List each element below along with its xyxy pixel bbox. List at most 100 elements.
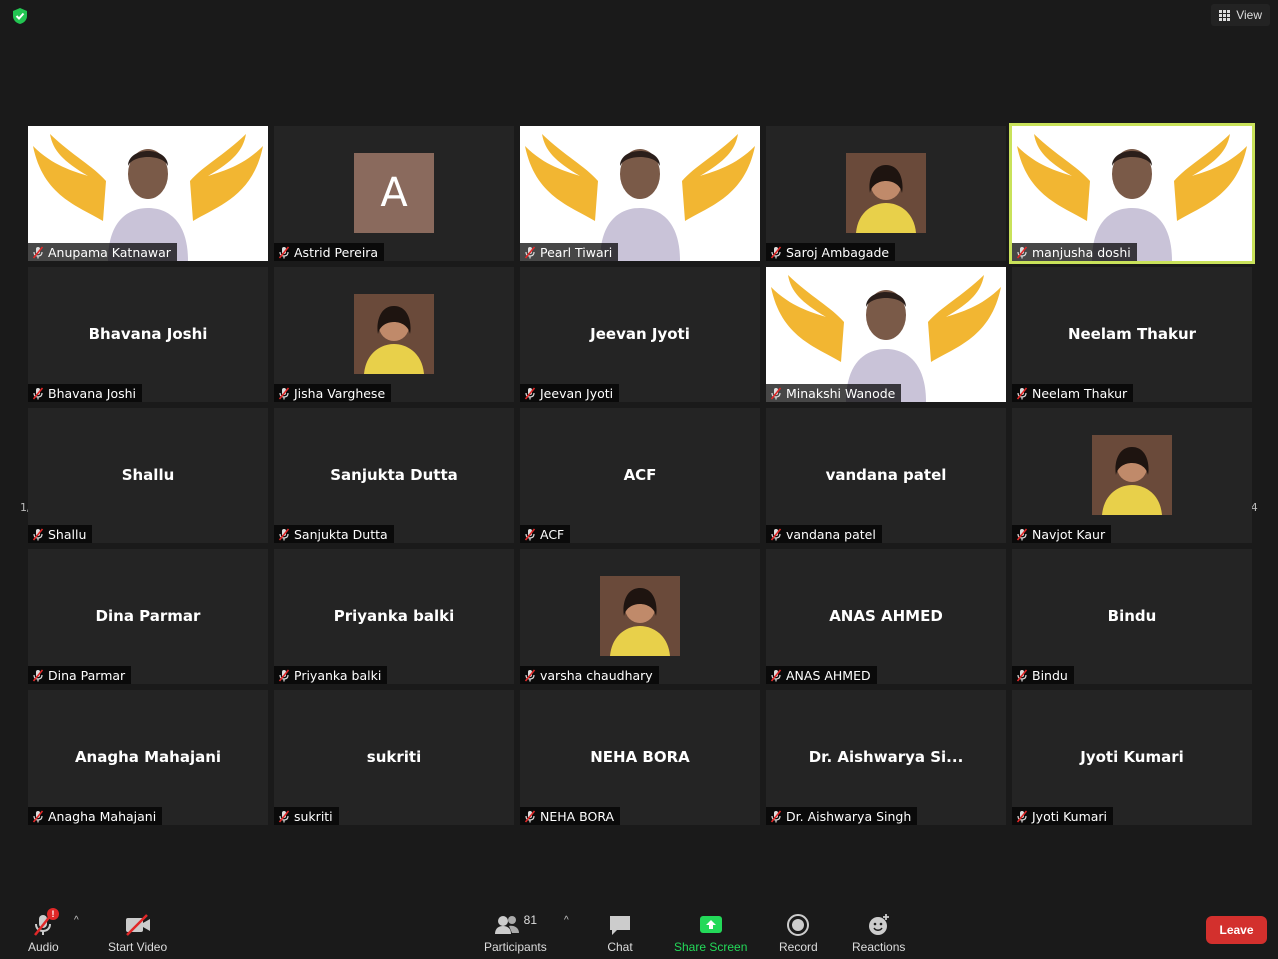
participant-tile[interactable]: Jisha Varghese (274, 267, 514, 402)
participant-name: ANAS AHMED (786, 667, 871, 683)
start-video-label: Start Video (108, 940, 168, 954)
participant-name-label: ANAS AHMED (766, 666, 877, 684)
participant-tile[interactable]: Bhavana Joshi Bhavana Joshi (28, 267, 268, 402)
participants-button[interactable]: 81 Participants (484, 912, 547, 954)
participant-name: Astrid Pereira (294, 244, 379, 260)
participant-tile[interactable]: vandana patel vandana patel (766, 408, 1006, 543)
participant-name-label: Minakshi Wanode (766, 384, 902, 402)
participant-tile[interactable]: Neelam Thakur Neelam Thakur (1012, 267, 1252, 402)
participant-name-label: Saroj Ambagade (766, 243, 896, 261)
participant-profile-photo (354, 294, 434, 374)
participant-name-label: Dr. Aishwarya Singh (766, 807, 918, 825)
participant-tile[interactable]: manjusha doshi (1009, 123, 1255, 264)
participant-display-name: Shallu (121, 466, 175, 484)
muted-mic-icon (770, 809, 782, 823)
participant-display-name: Dr. Aishwarya Si... (808, 748, 964, 766)
participant-name-label: Dina Parmar (28, 666, 132, 684)
muted-mic-icon (770, 668, 782, 682)
participant-name: NEHA BORA (540, 808, 615, 824)
participants-count: 81 (523, 913, 538, 927)
participant-name: Jisha Varghese (294, 385, 386, 401)
participant-name-label: manjusha doshi (1012, 243, 1137, 261)
participant-tile[interactable]: Dr. Aishwarya Si... Dr. Aishwarya Singh (766, 690, 1006, 825)
muted-mic-icon (524, 245, 536, 259)
participant-tile[interactable]: Saroj Ambagade (766, 126, 1006, 261)
meeting-toolbar: Audio Start Video 81 Participants Chat S (0, 904, 1278, 959)
muted-mic-icon (1016, 668, 1028, 682)
participant-tile[interactable]: varsha chaudhary (520, 549, 760, 684)
participant-name-label: Bindu (1012, 666, 1074, 684)
participant-name-label: Jeevan Jyoti (520, 384, 620, 402)
participant-tile[interactable]: Anagha Mahajani Anagha Mahajani (28, 690, 268, 825)
audio-options-caret[interactable]: ^ (74, 915, 79, 926)
participant-name: manjusha doshi (1032, 244, 1131, 260)
participant-name-label: Neelam Thakur (1012, 384, 1134, 402)
camera-off-icon (125, 914, 150, 936)
participant-name: Dr. Aishwarya Singh (786, 808, 912, 824)
participant-name: Jeevan Jyoti (540, 385, 614, 401)
participant-name: sukriti (294, 808, 333, 824)
participant-tile[interactable]: Priyanka balki Priyanka balki (274, 549, 514, 684)
participant-name-label: Jisha Varghese (274, 384, 392, 402)
participant-name-label: Shallu (28, 525, 93, 543)
participant-name: Priyanka balki (294, 667, 382, 683)
participant-name-label: ACF (520, 525, 571, 543)
participant-tile[interactable]: Sanjukta Dutta Sanjukta Dutta (274, 408, 514, 543)
participant-name: Pearl Tiwari (540, 244, 613, 260)
participant-profile-photo (600, 576, 680, 656)
participant-name: Sanjukta Dutta (294, 526, 388, 542)
participant-tile[interactable]: A Astrid Pereira (274, 126, 514, 261)
participant-tile[interactable]: Bindu Bindu (1012, 549, 1252, 684)
start-video-button[interactable]: Start Video (108, 912, 167, 954)
view-label: View (1236, 8, 1262, 22)
participant-tile[interactable]: Pearl Tiwari (520, 126, 760, 261)
muted-mic-icon (524, 809, 536, 823)
participant-tile[interactable]: Jeevan Jyoti Jeevan Jyoti (520, 267, 760, 402)
participant-name: varsha chaudhary (540, 667, 653, 683)
leave-button[interactable]: Leave (1206, 916, 1267, 944)
muted-mic-icon (770, 386, 782, 400)
participant-name-label: Astrid Pereira (274, 243, 385, 261)
participant-tile[interactable]: Navjot Kaur (1012, 408, 1252, 543)
reactions-label: Reactions (852, 940, 906, 954)
participant-name: Bindu (1032, 667, 1068, 683)
reactions-button[interactable]: Reactions (852, 912, 905, 954)
participant-display-name: Jyoti Kumari (1080, 748, 1184, 766)
participant-display-name: ANAS AHMED (829, 607, 943, 625)
participant-display-name: Bhavana Joshi (88, 325, 208, 343)
participant-tile[interactable]: Dina Parmar Dina Parmar (28, 549, 268, 684)
chat-button[interactable]: Chat (607, 912, 633, 954)
participant-display-name: Neelam Thakur (1067, 325, 1197, 343)
participant-video (520, 126, 760, 261)
participant-display-name: Jeevan Jyoti (590, 325, 690, 343)
participant-name: Neelam Thakur (1032, 385, 1128, 401)
participant-display-name: Dina Parmar (95, 607, 201, 625)
participant-tile[interactable]: ANAS AHMED ANAS AHMED (766, 549, 1006, 684)
record-label: Record (779, 940, 818, 954)
participant-tile[interactable]: sukriti sukriti (274, 690, 514, 825)
participant-tile[interactable]: Jyoti Kumari Jyoti Kumari (1012, 690, 1252, 825)
participant-tile[interactable]: Minakshi Wanode (766, 267, 1006, 402)
muted-mic-icon (524, 668, 536, 682)
participant-name-label: Anagha Mahajani (28, 807, 163, 825)
chat-bubble-icon (610, 916, 630, 935)
record-button[interactable]: Record (779, 912, 818, 954)
participant-name: Bhavana Joshi (48, 385, 137, 401)
participant-tile[interactable]: NEHA BORA NEHA BORA (520, 690, 760, 825)
share-screen-button[interactable]: Share Screen (674, 912, 747, 954)
participant-tile[interactable]: Shallu Shallu (28, 408, 268, 543)
audio-label: Audio (28, 940, 59, 954)
participant-display-name: Priyanka balki (333, 607, 455, 625)
participant-initial-avatar: A (354, 153, 434, 233)
participant-name: vandana patel (786, 526, 876, 542)
emoji-reactions-icon (868, 914, 889, 935)
view-button[interactable]: View (1211, 4, 1270, 26)
encryption-shield-icon[interactable] (11, 7, 29, 25)
muted-mic-icon (770, 245, 782, 259)
participants-options-caret[interactable]: ^ (564, 915, 569, 926)
participant-tile[interactable]: Anupama Katnawar (28, 126, 268, 261)
audio-alert-badge: ! (47, 908, 59, 920)
participant-tile[interactable]: ACF ACF (520, 408, 760, 543)
participant-name-label: Sanjukta Dutta (274, 525, 394, 543)
participant-name-label: varsha chaudhary (520, 666, 659, 684)
